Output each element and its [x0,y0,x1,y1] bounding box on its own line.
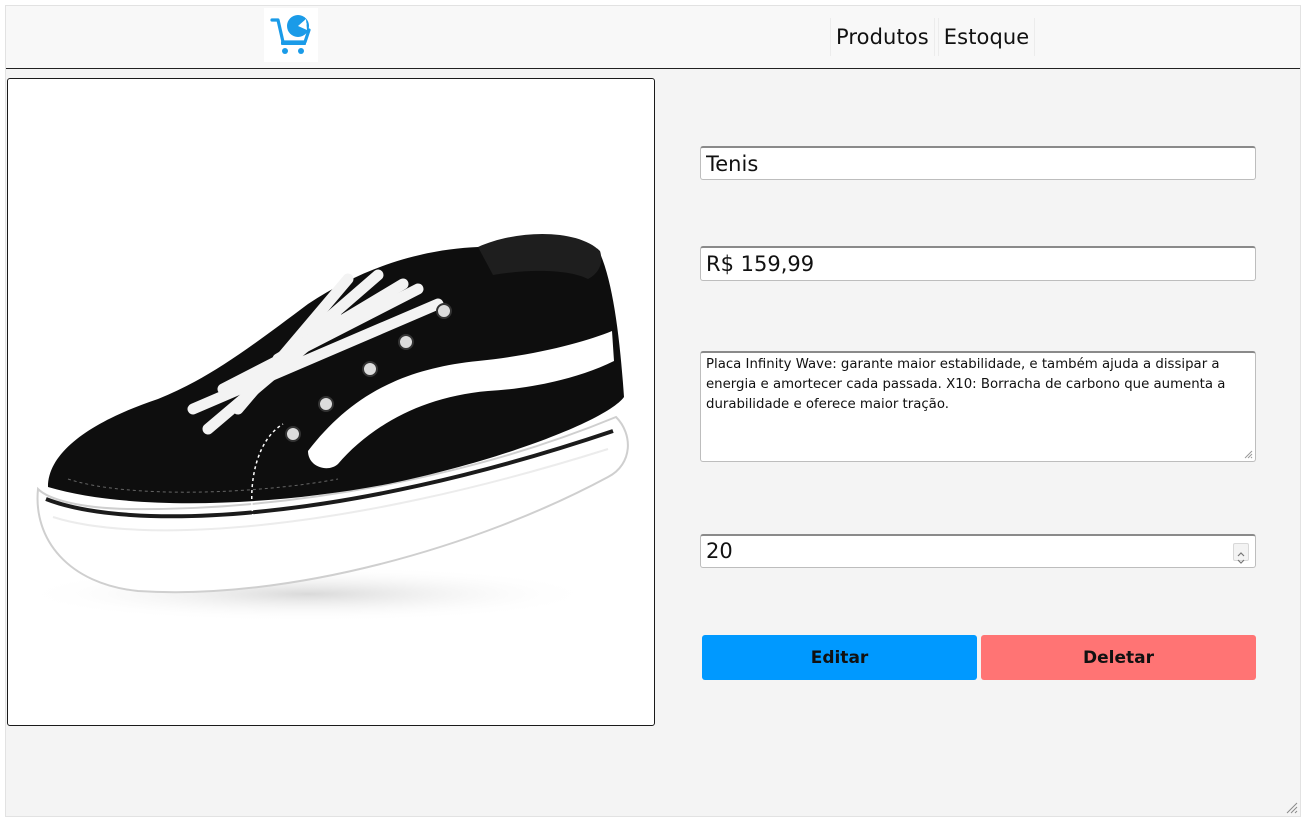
stepper-arrows-icon [1237,552,1245,564]
product-description-text: Placa Infinity Wave: garante maior estab… [706,357,1226,412]
window-resize-icon[interactable] [1286,802,1298,814]
nav-item-estoque[interactable]: Estoque [937,18,1036,56]
sneaker-photo [18,233,629,622]
header: Produtos Estoque [6,6,1300,69]
product-description-textarea[interactable]: Placa Infinity Wave: garante maior estab… [700,351,1256,462]
product-quantity-value: 20 [706,539,733,563]
resize-grip-icon[interactable] [1244,450,1253,459]
app-frame: Produtos Estoque Tenis R$ 159,99 Placa I… [6,6,1300,816]
delete-button[interactable]: Deletar [981,635,1256,680]
product-price-input[interactable] [700,246,1256,281]
edit-button[interactable]: Editar [702,635,977,680]
quantity-stepper[interactable] [1233,543,1249,564]
product-name-input[interactable] [700,146,1256,180]
cart-logo-icon[interactable] [264,8,318,62]
main-nav: Produtos Estoque [830,18,1036,56]
nav-item-produtos[interactable]: Produtos [830,18,935,56]
product-image [7,78,655,726]
product-quantity-input[interactable]: 20 [700,534,1256,568]
